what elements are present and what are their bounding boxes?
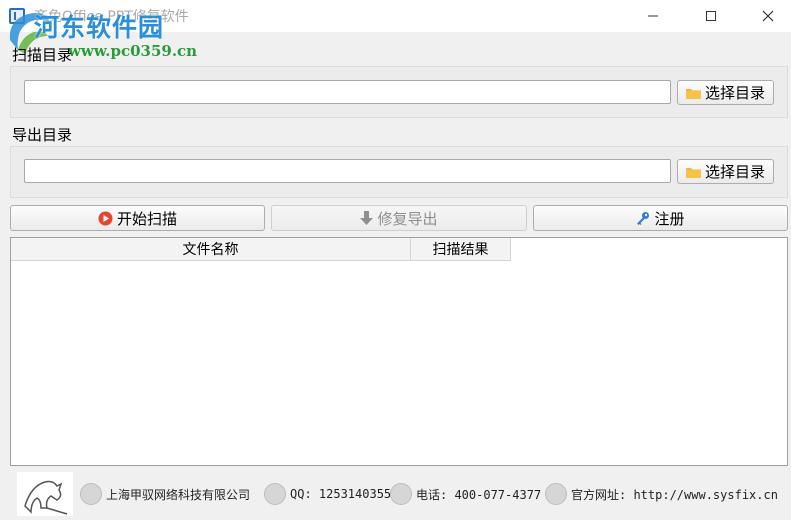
- company-info: 上海甲驭网络科技有限公司: [80, 483, 250, 505]
- title-bar: 齐免Office PPT修复软件: [0, 0, 791, 32]
- export-dir-label: 导出目录: [12, 126, 73, 144]
- close-icon: [762, 10, 774, 22]
- company-name: 上海甲驭网络科技有限公司: [106, 487, 251, 502]
- website-info: 官方网址: http://www.sysfix.cn: [545, 483, 778, 505]
- close-button[interactable]: [745, 0, 791, 32]
- footer: 上海甲驭网络科技有限公司 QQ: 1253140355 电话: 400-077-…: [10, 468, 788, 520]
- watermark-url: www.pc0359.cn: [68, 42, 198, 60]
- horse-logo-icon: [24, 480, 68, 515]
- play-icon: [98, 211, 113, 225]
- download-arrow-icon: [360, 210, 374, 225]
- building-icon: [80, 483, 102, 505]
- column-header-filename[interactable]: 文件名称: [11, 238, 411, 261]
- key-icon: [637, 212, 650, 225]
- export-dir-input[interactable]: [24, 159, 671, 183]
- website-url[interactable]: 官方网址: http://www.sysfix.cn: [571, 486, 778, 503]
- qq-number: QQ: 1253140355: [290, 487, 392, 501]
- globe-icon: [545, 483, 567, 505]
- minimize-button[interactable]: [630, 0, 676, 32]
- maximize-icon: [706, 11, 716, 21]
- phone-info: 电话: 400-077-4377: [390, 483, 541, 505]
- phone-icon: [390, 483, 412, 505]
- scan-browse-label: 选择目录: [704, 84, 765, 102]
- qq-icon: [264, 483, 286, 505]
- phone-number: 电话: 400-077-4377: [416, 487, 542, 502]
- results-table[interactable]: 文件名称 扫描结果: [10, 237, 788, 466]
- company-logo: [17, 472, 73, 516]
- column-header-scan-result[interactable]: 扫描结果: [411, 238, 511, 261]
- repair-export-label: 修复导出: [377, 209, 438, 228]
- folder-icon: [685, 167, 701, 178]
- repair-export-button[interactable]: 修复导出: [271, 205, 527, 231]
- start-scan-button[interactable]: 开始扫描: [10, 205, 265, 231]
- register-label: 注册: [654, 209, 685, 228]
- app-icon: [9, 8, 25, 24]
- start-scan-label: 开始扫描: [116, 209, 177, 228]
- minimize-icon: [648, 15, 658, 17]
- register-button[interactable]: 注册: [533, 205, 788, 231]
- qq-info: QQ: 1253140355: [264, 483, 391, 505]
- scan-dir-input[interactable]: [24, 80, 671, 104]
- scan-browse-button[interactable]: 选择目录: [677, 80, 774, 105]
- window-title: 齐免Office PPT修复软件: [34, 9, 189, 25]
- export-browse-button[interactable]: 选择目录: [677, 159, 774, 184]
- export-browse-label: 选择目录: [704, 163, 765, 181]
- maximize-button[interactable]: [688, 0, 734, 32]
- folder-icon: [685, 88, 701, 99]
- scan-dir-label: 扫描目录: [12, 46, 73, 64]
